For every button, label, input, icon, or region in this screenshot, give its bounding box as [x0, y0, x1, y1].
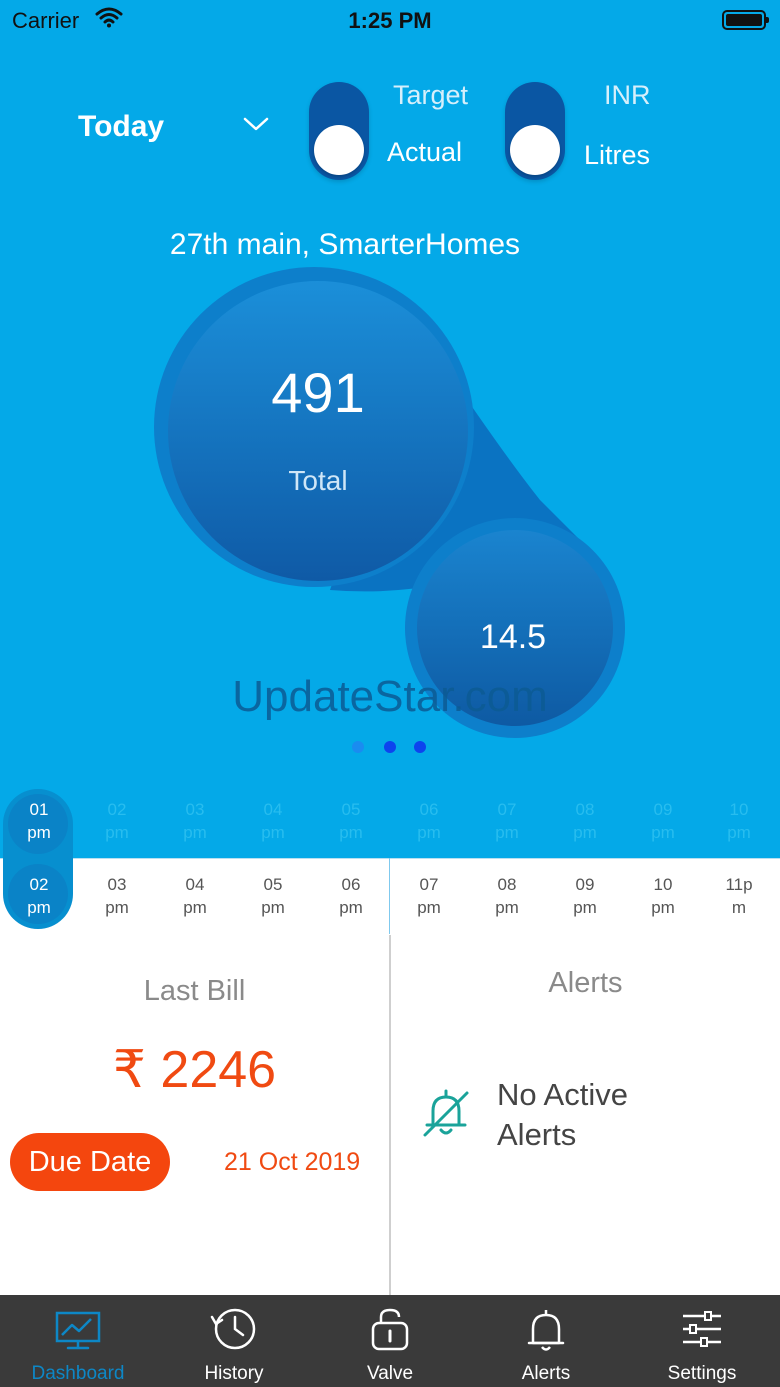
timeline-hour-bottom[interactable]: 05 pm — [234, 873, 312, 919]
timeline-hour-top[interactable]: 08 pm — [546, 798, 624, 844]
timeline-hour-top[interactable]: 01 pm — [0, 798, 78, 844]
secondary-value: 14.5 — [479, 618, 547, 656]
alerts-message: No Active Alerts — [497, 1077, 628, 1152]
tab-history[interactable]: History — [156, 1295, 312, 1387]
history-icon — [210, 1308, 256, 1350]
timeline-hour-bottom[interactable]: 07 pm — [390, 873, 468, 919]
timeline-hour-bottom[interactable]: 10 pm — [624, 873, 702, 919]
timeline-hour-top[interactable]: 03 pm — [156, 798, 234, 844]
bell-icon — [527, 1310, 565, 1351]
tab-label: Alerts — [521, 1363, 571, 1384]
tab-alerts[interactable]: Alerts — [468, 1295, 624, 1387]
tab-label: Settings — [667, 1363, 737, 1384]
gauge-total-circle — [168, 281, 468, 581]
bill-amount: ₹ 2246 — [112, 1041, 277, 1099]
tab-dashboard[interactable]: Dashboard — [0, 1295, 156, 1387]
timeline-hour-bottom[interactable]: 02 pm — [0, 873, 78, 919]
tab-label: Dashboard — [31, 1363, 125, 1384]
due-date-value: 21 Oct 2019 — [224, 1148, 361, 1176]
timeline-hour-bottom[interactable]: 06 pm — [312, 873, 390, 919]
tab-valve[interactable]: Valve — [312, 1295, 468, 1387]
usage-gauge — [154, 267, 625, 738]
total-value: 491 — [271, 361, 365, 424]
timeline-hour-bottom[interactable]: 04 pm — [156, 873, 234, 919]
page-dot[interactable] — [384, 741, 396, 753]
timeline-hour-top[interactable]: 02 pm — [78, 798, 156, 844]
dashboard-icon — [55, 1311, 101, 1350]
alerts-title: Alerts — [548, 967, 623, 999]
tab-label: History — [204, 1363, 264, 1384]
timeline-hour-bottom[interactable]: 11p m — [700, 873, 778, 919]
watermark: UpdateStar.com — [232, 672, 548, 721]
timeline-hour-bottom[interactable]: 09 pm — [546, 873, 624, 919]
last-bill-title: Last Bill — [143, 975, 246, 1007]
settings-sliders-icon — [683, 1311, 721, 1347]
timeline-hour-top[interactable]: 04 pm — [234, 798, 312, 844]
tab-settings[interactable]: Settings — [624, 1295, 780, 1387]
timeline-hour-top[interactable]: 05 pm — [312, 798, 390, 844]
hero-panel: Carrier 1:25 PM Today Target Actual INR … — [0, 0, 780, 858]
hourly-timeline[interactable]: 01 pm 02 pm 03 pm 04 pm 05 pm 06 pm 07 pm 08 pm … — [0, 786, 780, 937]
tab-label: Valve — [366, 1363, 414, 1384]
timeline-hour-top[interactable]: 06 pm — [390, 798, 468, 844]
timeline-hour-bottom[interactable]: 08 pm — [468, 873, 546, 919]
last-bill-card[interactable]: Last Bill ₹ 2246 Due Date 21 Oct 2019 — [0, 935, 389, 1295]
page-dot[interactable] — [352, 741, 364, 753]
timeline-hour-top[interactable]: 09 pm — [624, 798, 702, 844]
tab-bar: Dashboard History Valve Alerts Settings — [0, 1295, 780, 1387]
timeline-hour-top[interactable]: 10 pm — [700, 798, 778, 844]
valve-icon — [371, 1308, 409, 1351]
page-dot[interactable] — [414, 741, 426, 753]
timeline-hour-bottom[interactable]: 03 pm — [78, 873, 156, 919]
due-date-badge: Due Date — [10, 1133, 170, 1191]
total-label: Total — [288, 465, 348, 496]
timeline-hour-top[interactable]: 07 pm — [468, 798, 546, 844]
alerts-card[interactable]: Alerts No Active Alerts — [391, 935, 780, 1295]
bell-off-icon — [423, 1089, 469, 1137]
